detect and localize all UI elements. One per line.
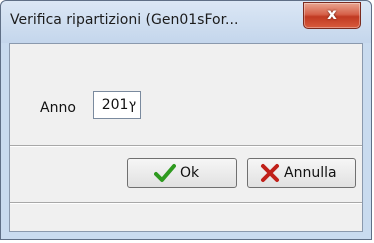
ok-button[interactable]: Ok: [127, 158, 237, 188]
divider-top: [10, 145, 362, 147]
anno-label: Anno: [40, 100, 76, 116]
cancel-button[interactable]: Annulla: [247, 158, 356, 188]
checkmark-icon: [154, 164, 176, 182]
anno-input-value: 201ץ: [101, 97, 136, 113]
ok-button-label: Ok: [180, 165, 200, 181]
anno-input[interactable]: 201ץ: [93, 91, 141, 119]
divider-bottom: [10, 202, 362, 204]
dialog-body: Anno 201ץ Ok Annulla: [9, 43, 363, 232]
dialog-window: Verifica ripartizioni (Gen01sFor... x An…: [0, 0, 372, 240]
close-icon: x: [327, 5, 337, 23]
window-title: Verifica ripartizioni (Gen01sFor...: [10, 12, 239, 28]
x-icon: [261, 164, 279, 182]
close-button[interactable]: x: [303, 2, 361, 29]
title-bar[interactable]: Verifica ripartizioni (Gen01sFor... x: [1, 1, 371, 43]
cancel-button-label: Annulla: [284, 165, 337, 181]
